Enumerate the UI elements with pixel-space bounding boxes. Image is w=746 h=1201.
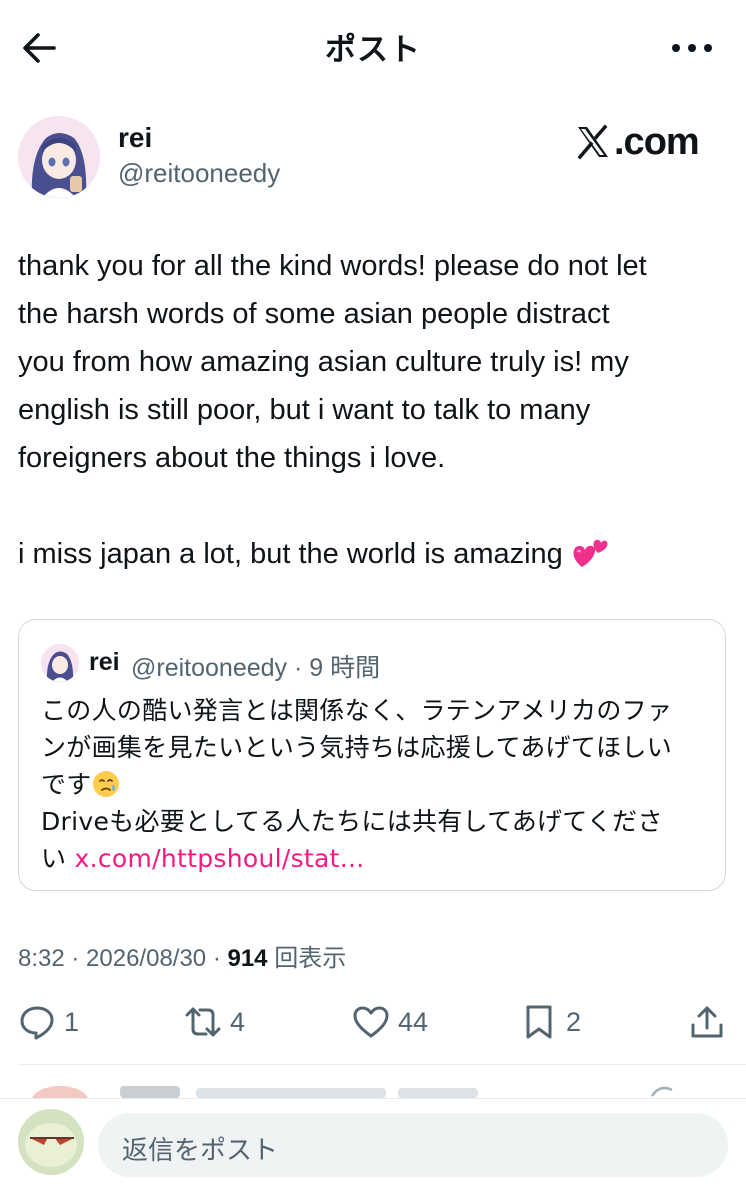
bookmark-icon [526,1005,552,1039]
quoted-text-part1: この人の酷い発言とは関係なく、ラテンアメリカのファ ンが画集を見たいという気持ち… [41,696,673,799]
page-title: ポスト [325,32,421,67]
reply-composer-bar: 返信をポスト [0,1098,746,1201]
quoted-post-card[interactable]: rei @reitooneedy · 9 時間 この人の酷い発言とは関係なく、ラ… [18,619,726,891]
current-user-avatar[interactable] [18,1109,84,1175]
like-button[interactable]: 44 [352,1000,428,1044]
avatar-illustration [41,644,79,682]
author-handle[interactable]: @reitooneedy [118,158,280,189]
reply-button[interactable]: 1 [18,1000,79,1044]
avatar-illustration [18,116,100,198]
post-text-content: thank you for all the kind words! please… [18,250,647,570]
repost-icon [185,1007,221,1037]
repost-count: 4 [230,1006,246,1037]
author-avatar[interactable] [18,116,100,198]
two-hearts-icon [573,539,608,567]
quoted-author-name: rei [89,648,120,676]
quoted-post-text: この人の酷い発言とは関係なく、ラテンアメリカのファ ンが画集を見たいという気持ち… [41,692,711,877]
x-com-logo: .com [574,118,700,166]
reply-icon [20,1006,54,1040]
x-logo-icon [577,124,608,160]
divider [18,1064,746,1065]
post-text: thank you for all the kind words! please… [18,242,734,578]
share-button[interactable] [688,1000,726,1044]
like-count: 44 [398,1006,429,1037]
quoted-post-link[interactable]: x.com/httpshoul/stat... [75,844,365,873]
crying-face-icon [92,771,119,797]
heart-icon [353,1006,389,1038]
more-dots-icon [672,44,712,52]
author-name[interactable]: rei [118,122,152,154]
more-options-button[interactable] [664,30,720,66]
post-timestamp: 8:32 · 2026/08/30 · [18,945,228,972]
reply-input[interactable]: 返信をポスト [98,1113,728,1177]
post-meta: 8:32 · 2026/08/30 · 914 回表示 [18,938,346,973]
quoted-author-meta: @reitooneedy · 9 時間 [131,654,381,682]
avatar-illustration [18,1109,84,1175]
bookmark-button[interactable]: 2 [520,1000,581,1044]
repost-button[interactable]: 4 [184,1000,245,1044]
view-count: 914 [227,945,268,972]
logo-text: .com [614,120,700,163]
share-icon [691,1006,723,1038]
view-label: 回表示 [267,945,347,972]
quoted-author-avatar [41,644,79,682]
bookmark-count: 2 [566,1006,582,1037]
next-reply-fragment [32,1086,673,1098]
reply-count: 1 [64,1006,80,1037]
next-reply-peek [0,1066,746,1098]
